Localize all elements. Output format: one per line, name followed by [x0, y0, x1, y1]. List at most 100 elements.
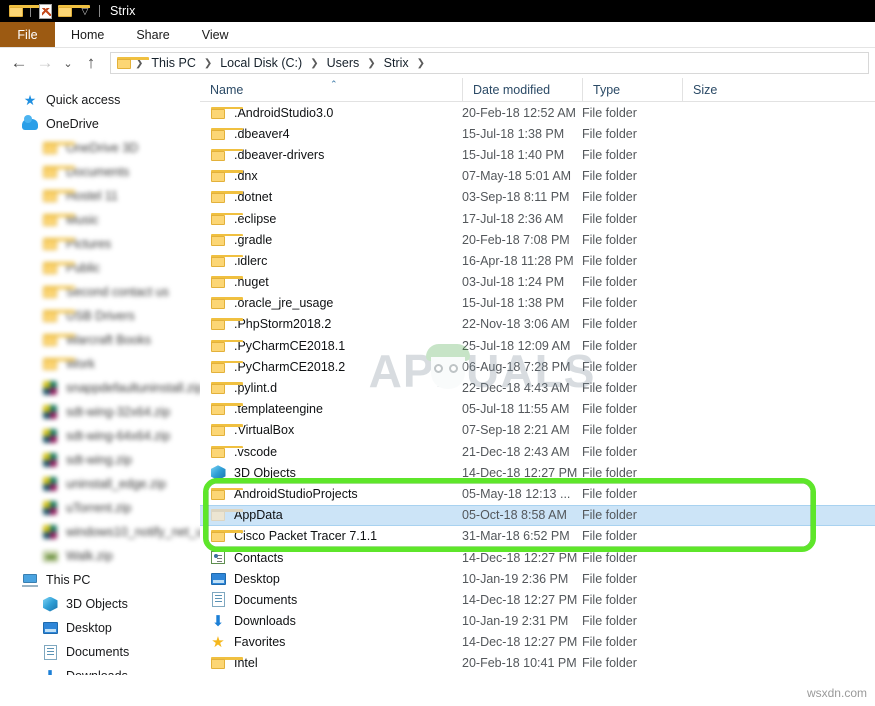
file-name-cell: .dnx — [200, 168, 462, 184]
qat-new-folder-icon[interactable] — [55, 0, 90, 22]
table-row[interactable]: .oracle_jre_usage 15-Jul-18 1:38 PM File f… — [200, 293, 875, 314]
date-modified-cell: 07-May-18 5:01 AM — [462, 169, 572, 184]
sidebar-item-sdt-wing-64x64-zip[interactable]: sdt-wing-64x64.zip — [0, 424, 200, 448]
tab-view[interactable]: View — [186, 22, 245, 47]
table-row[interactable]: Contacts 14-Dec-18 12:27 PM File folder — [200, 547, 875, 568]
folder-icon — [210, 189, 243, 205]
breadcrumb-item-this-pc[interactable]: This PC — [146, 56, 200, 70]
back-arrow-icon[interactable]: ← — [6, 50, 32, 76]
sidebar-item-public[interactable]: Public — [0, 256, 200, 280]
sidebar-item-windows10-notify-net-usr[interactable]: windows10_notify_net_usr — [0, 520, 200, 544]
qat-customize-button[interactable]: ▽ — [75, 0, 95, 22]
file-name-label: Documents — [234, 592, 298, 607]
table-row[interactable]: .AndroidStudio3.0 20-Feb-18 12:52 AM File … — [200, 102, 875, 123]
file-name-cell: Documents — [200, 592, 462, 608]
sidebar-item-this-pc[interactable]: This PC — [0, 568, 200, 592]
sidebar-item-sdt-wing-32x64-zip[interactable]: sdt-wing-32x64.zip — [0, 400, 200, 424]
qat-properties-icon[interactable] — [35, 0, 55, 22]
sidebar-item-3d-objects[interactable]: 3D Objects — [0, 592, 200, 616]
breadcrumb-separator: ❯ — [416, 57, 426, 69]
file-name-cell: .dbeaver4 — [200, 126, 462, 142]
sidebar-item-pictures[interactable]: Pictures — [0, 232, 200, 256]
sidebar-item-documents[interactable]: Documents — [0, 640, 200, 664]
sidebar-item-sdt-wing-zip[interactable]: sdt-wing.zip — [0, 448, 200, 472]
tab-share[interactable]: Share — [120, 22, 185, 47]
sidebar-item-label: windows10_notify_net_usr — [66, 525, 200, 539]
column-header-type[interactable]: Type — [582, 78, 682, 102]
breadcrumb-item-strix[interactable]: Strix — [379, 56, 414, 70]
recent-locations-chevron-icon[interactable]: ⌄ — [58, 50, 78, 76]
folder-icon — [210, 126, 243, 142]
table-row[interactable]: AndroidStudioProjects 05-May-18 12:13 ...… — [200, 483, 875, 504]
column-header-name[interactable]: Name ⌃ — [200, 78, 462, 102]
forward-arrow-icon[interactable]: → — [32, 50, 58, 76]
table-row[interactable]: .idlerc 16-Apr-18 11:28 PM File folder — [200, 250, 875, 271]
column-headers: Name ⌃ Date modified Type Size — [200, 78, 875, 102]
tab-file[interactable]: File — [0, 22, 55, 47]
watermark-wsxdn: wsxdn.com — [806, 686, 867, 700]
sidebar-item-label: Second contact us — [66, 285, 169, 299]
column-header-date-modified[interactable]: Date modified — [462, 78, 582, 102]
pc-icon — [22, 572, 38, 588]
table-row[interactable]: Cisco Packet Tracer 7.1.1 31-Mar-18 6:52 … — [200, 526, 875, 547]
table-row[interactable]: .VirtualBox 07-Sep-18 2:21 AM File folder — [200, 420, 875, 441]
sidebar-item-music[interactable]: Music — [0, 208, 200, 232]
sidebar-item-desktop[interactable]: Desktop — [0, 616, 200, 640]
file-name-label: Desktop — [234, 571, 280, 586]
up-arrow-icon[interactable]: ↑ — [78, 50, 104, 76]
sidebar-item-hostel-11[interactable]: Hostel 11 — [0, 184, 200, 208]
sidebar-item-walk-zip[interactable]: Walk.zip — [0, 544, 200, 568]
table-row[interactable]: ★ Favorites 14-Dec-18 12:27 PM File folder — [200, 632, 875, 653]
date-modified-cell: 10-Jan-19 2:36 PM — [462, 571, 569, 586]
qat-folder-icon[interactable] — [6, 0, 41, 22]
zip-icon — [42, 404, 58, 420]
sidebar-item-usb-drivers[interactable]: USB Drivers — [0, 304, 200, 328]
folder-icon — [210, 211, 243, 227]
table-row[interactable]: .eclipse 17-Jul-18 2:36 AM File folder — [200, 208, 875, 229]
table-row[interactable]: .dotnet 03-Sep-18 8:11 PM File folder — [200, 187, 875, 208]
table-row[interactable]: Desktop 10-Jan-19 2:36 PM File folder — [200, 568, 875, 589]
date-modified-cell: 16-Apr-18 11:28 PM — [462, 253, 574, 268]
table-row[interactable]: .gradle 20-Feb-18 7:08 PM File folder — [200, 229, 875, 250]
column-header-size[interactable]: Size — [682, 78, 764, 102]
type-cell: File folder — [582, 571, 637, 586]
sidebar-item-warcraft-books[interactable]: Warcraft Books — [0, 328, 200, 352]
table-row[interactable]: .dbeaver4 15-Jul-18 1:38 PM File folder — [200, 123, 875, 144]
sidebar-item-quick-access[interactable]: ★ Quick access — [0, 88, 200, 112]
folder-icon — [42, 284, 75, 300]
tab-home[interactable]: Home — [55, 22, 120, 47]
table-row[interactable]: Documents 14-Dec-18 12:27 PM File folder — [200, 589, 875, 610]
table-row[interactable]: .dnx 07-May-18 5:01 AM File folder — [200, 166, 875, 187]
date-modified-cell: 20-Feb-18 7:08 PM — [462, 232, 570, 247]
type-cell: File folder — [582, 508, 637, 523]
sidebar-item-documents[interactable]: Documents — [0, 160, 200, 184]
sidebar-item-downloads[interactable]: ⬇ Downloads — [0, 664, 200, 676]
sidebar-item-snappdefaultuninstall-zip[interactable]: snappdefaultuninstall.zip — [0, 376, 200, 400]
file-name-cell: ★ Favorites — [200, 634, 462, 650]
sidebar-item-uninstall-edge-zip[interactable]: uninstall_edge.zip — [0, 472, 200, 496]
table-row[interactable]: .PhpStorm2018.2 22-Nov-18 3:06 AM File fol… — [200, 314, 875, 335]
breadcrumb-item-users[interactable]: Users — [322, 56, 365, 70]
documents-icon — [42, 644, 58, 660]
table-row[interactable]: Intel 20-Feb-18 10:41 PM File folder — [200, 653, 875, 674]
table-row[interactable]: ⬇ Downloads 10-Jan-19 2:31 PM File folder — [200, 611, 875, 632]
type-cell: File folder — [582, 147, 637, 162]
breadcrumb-item-local-disk[interactable]: Local Disk (C:) — [215, 56, 307, 70]
table-row[interactable]: .vscode 21-Dec-18 2:43 AM File folder — [200, 441, 875, 462]
sidebar-item-label: snappdefaultuninstall.zip — [66, 381, 200, 395]
sidebar-item-utorrent-zip[interactable]: uTorrent.zip — [0, 496, 200, 520]
table-row[interactable]: AppData 05-Oct-18 8:58 AM File folder — [200, 504, 875, 526]
file-name-cell: Contacts — [200, 550, 462, 566]
folder-icon — [210, 338, 243, 354]
sidebar-item-onedrive-3d[interactable]: OneDrive 3D — [0, 136, 200, 160]
table-row[interactable]: .dbeaver-drivers 15-Jul-18 1:40 PM File fo… — [200, 144, 875, 165]
type-cell: File folder — [582, 317, 637, 332]
table-row[interactable]: ↱Links14-Dec-18 12:27 PMFile folder — [200, 674, 875, 675]
table-row[interactable]: 3D Objects 14-Dec-18 12:27 PM File folder — [200, 462, 875, 483]
table-row[interactable]: .nuget 03-Jul-18 1:24 PM File folder — [200, 272, 875, 293]
sidebar-item-work[interactable]: Work — [0, 352, 200, 376]
sidebar-item-second-contact-us[interactable]: Second contact us — [0, 280, 200, 304]
sidebar-item-onedrive[interactable]: OneDrive — [0, 112, 200, 136]
breadcrumb[interactable]: ❯ This PC ❯ Local Disk (C:) ❯ Users ❯ St… — [110, 52, 869, 74]
folder-icon — [8, 5, 41, 17]
